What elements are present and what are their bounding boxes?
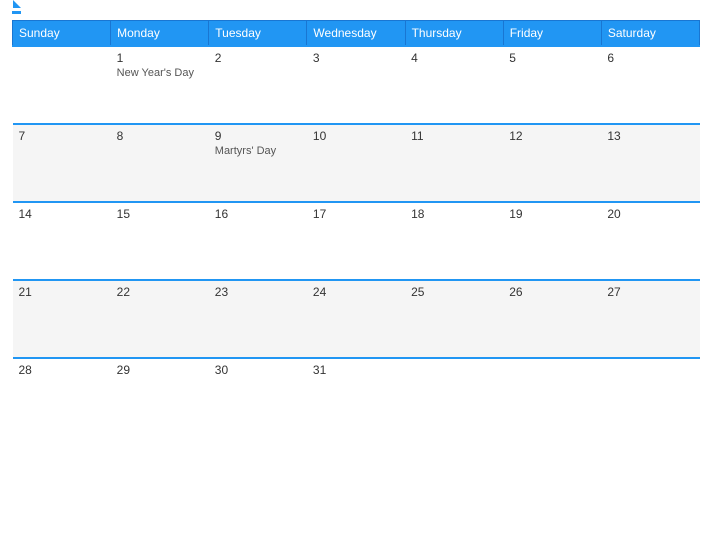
logo (12, 10, 21, 14)
day-number: 4 (411, 51, 497, 65)
day-number: 12 (509, 129, 595, 143)
holiday-name: Martyrs' Day (215, 145, 301, 157)
weekday-header-monday: Monday (111, 21, 209, 47)
day-number: 23 (215, 285, 301, 299)
day-number: 6 (607, 51, 693, 65)
calendar-cell: 15 (111, 202, 209, 280)
day-number: 16 (215, 207, 301, 221)
day-number: 1 (117, 51, 203, 65)
calendar-cell (503, 358, 601, 436)
calendar-week-3: 14 15 16 17 18 19 20 (13, 202, 700, 280)
calendar-grid: SundayMondayTuesdayWednesdayThursdayFrid… (12, 20, 700, 436)
logo-triangle-icon (13, 0, 21, 8)
calendar-cell: 17 (307, 202, 405, 280)
calendar-header (12, 10, 700, 14)
day-number: 7 (19, 129, 105, 143)
calendar-cell: 19 (503, 202, 601, 280)
day-number: 31 (313, 363, 399, 377)
day-number: 21 (19, 285, 105, 299)
calendar-week-2: 789 Martyrs' Day 10 11 12 13 (13, 124, 700, 202)
calendar-cell: 5 (503, 46, 601, 124)
calendar-cell (405, 358, 503, 436)
calendar-cell: 23 (209, 280, 307, 358)
weekday-header-friday: Friday (503, 21, 601, 47)
day-number: 30 (215, 363, 301, 377)
day-number: 20 (607, 207, 693, 221)
day-number: 26 (509, 285, 595, 299)
calendar-cell: 21 (13, 280, 111, 358)
calendar-cell: 8 (111, 124, 209, 202)
calendar-cell: 25 (405, 280, 503, 358)
calendar-cell (13, 46, 111, 124)
weekday-header-tuesday: Tuesday (209, 21, 307, 47)
calendar-cell: 16 (209, 202, 307, 280)
logo-wrapper (12, 10, 21, 14)
calendar-cell: 6 (601, 46, 699, 124)
calendar-cell: 1 New Year's Day (111, 46, 209, 124)
day-number: 5 (509, 51, 595, 65)
day-number: 15 (117, 207, 203, 221)
weekday-header-row: SundayMondayTuesdayWednesdayThursdayFrid… (13, 21, 700, 47)
day-number: 8 (117, 129, 203, 143)
day-number: 19 (509, 207, 595, 221)
calendar-week-5: 28 29 30 31 (13, 358, 700, 436)
calendar-cell: 7 (13, 124, 111, 202)
day-number: 18 (411, 207, 497, 221)
day-number: 2 (215, 51, 301, 65)
day-number: 17 (313, 207, 399, 221)
weekday-header-thursday: Thursday (405, 21, 503, 47)
calendar-cell: 26 (503, 280, 601, 358)
calendar-cell: 3 (307, 46, 405, 124)
calendar-cell: 22 (111, 280, 209, 358)
calendar-cell: 9 Martyrs' Day (209, 124, 307, 202)
day-number: 22 (117, 285, 203, 299)
calendar-cell: 24 (307, 280, 405, 358)
calendar-cell: 29 (111, 358, 209, 436)
calendar-cell: 12 (503, 124, 601, 202)
calendar-cell: 14 (13, 202, 111, 280)
calendar-week-1: 1 New Year's Day 23456 (13, 46, 700, 124)
logo-blue-line (12, 11, 21, 14)
day-number: 27 (607, 285, 693, 299)
calendar-cell: 28 (13, 358, 111, 436)
calendar-cell: 4 (405, 46, 503, 124)
day-number: 24 (313, 285, 399, 299)
day-number: 28 (19, 363, 105, 377)
calendar-cell: 10 (307, 124, 405, 202)
calendar-cell: 27 (601, 280, 699, 358)
day-number: 3 (313, 51, 399, 65)
day-number: 10 (313, 129, 399, 143)
calendar-cell: 18 (405, 202, 503, 280)
calendar-cell: 11 (405, 124, 503, 202)
day-number: 9 (215, 129, 301, 143)
holiday-name: New Year's Day (117, 67, 203, 79)
calendar-week-4: 21 22 23 24 25 26 27 (13, 280, 700, 358)
calendar-cell: 2 (209, 46, 307, 124)
calendar-container: SundayMondayTuesdayWednesdayThursdayFrid… (0, 0, 712, 550)
weekday-header-sunday: Sunday (13, 21, 111, 47)
day-number: 25 (411, 285, 497, 299)
calendar-cell: 31 (307, 358, 405, 436)
weekday-header-saturday: Saturday (601, 21, 699, 47)
weekday-header-wednesday: Wednesday (307, 21, 405, 47)
calendar-cell: 13 (601, 124, 699, 202)
day-number: 29 (117, 363, 203, 377)
calendar-cell (601, 358, 699, 436)
calendar-cell: 30 (209, 358, 307, 436)
day-number: 14 (19, 207, 105, 221)
day-number: 11 (411, 129, 497, 143)
calendar-cell: 20 (601, 202, 699, 280)
day-number: 13 (607, 129, 693, 143)
